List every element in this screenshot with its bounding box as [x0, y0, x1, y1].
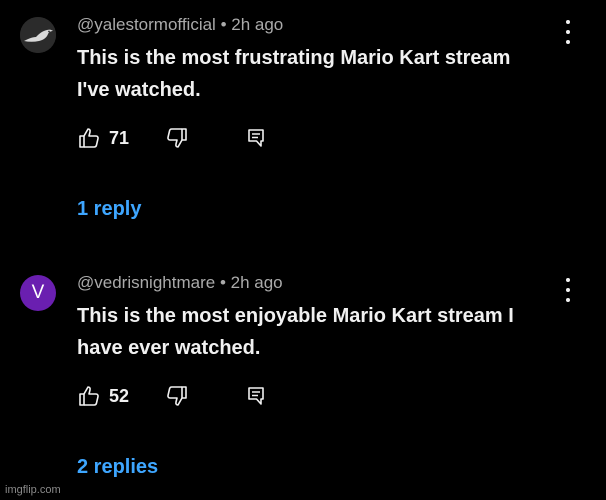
- comment-time[interactable]: 2h ago: [231, 273, 283, 292]
- thumbs-up-icon: [77, 384, 101, 408]
- avatar[interactable]: V: [20, 275, 56, 311]
- avatar[interactable]: [20, 17, 56, 53]
- thumbs-up-icon: [77, 126, 101, 150]
- comment-reply-icon: [248, 387, 264, 405]
- comment-reply-icon: [248, 129, 264, 147]
- comment-text: This is the most enjoyable Mario Kart st…: [77, 305, 514, 359]
- comment-text: This is the most frustrating Mario Kart …: [77, 47, 511, 101]
- reply-button[interactable]: [247, 128, 265, 148]
- like-count: 71: [109, 127, 130, 148]
- comment-meta: @vedrisnightmare • 2h ago: [77, 273, 283, 293]
- dislike-button[interactable]: [165, 126, 189, 150]
- meta-separator: •: [220, 15, 227, 34]
- avatar-letter: V: [31, 282, 45, 303]
- thumbs-down-icon: [167, 386, 187, 406]
- reply-button[interactable]: [247, 386, 265, 406]
- like-button[interactable]: 71: [77, 126, 129, 150]
- like-button[interactable]: 52: [77, 384, 129, 408]
- comment-meta: @yalestormofficial • 2h ago: [77, 15, 283, 35]
- thumbs-down-icon: [167, 128, 187, 148]
- comment-time[interactable]: 2h ago: [231, 15, 283, 34]
- comment-actions: 52: [77, 384, 557, 412]
- comment-actions: 71: [77, 126, 557, 154]
- comment-author[interactable]: @vedrisnightmare: [77, 273, 215, 292]
- view-replies-link[interactable]: 2 replies: [77, 456, 158, 479]
- watermark: imgflip.com: [5, 484, 61, 496]
- bird-silhouette-icon: [20, 17, 56, 53]
- view-replies-link[interactable]: 1 reply: [77, 198, 141, 221]
- dislike-button[interactable]: [165, 384, 189, 408]
- meta-separator: •: [219, 273, 226, 292]
- more-options-icon[interactable]: [560, 278, 576, 302]
- like-count: 52: [109, 385, 130, 406]
- comment-author[interactable]: @yalestormofficial: [77, 15, 216, 34]
- more-options-icon[interactable]: [560, 20, 576, 44]
